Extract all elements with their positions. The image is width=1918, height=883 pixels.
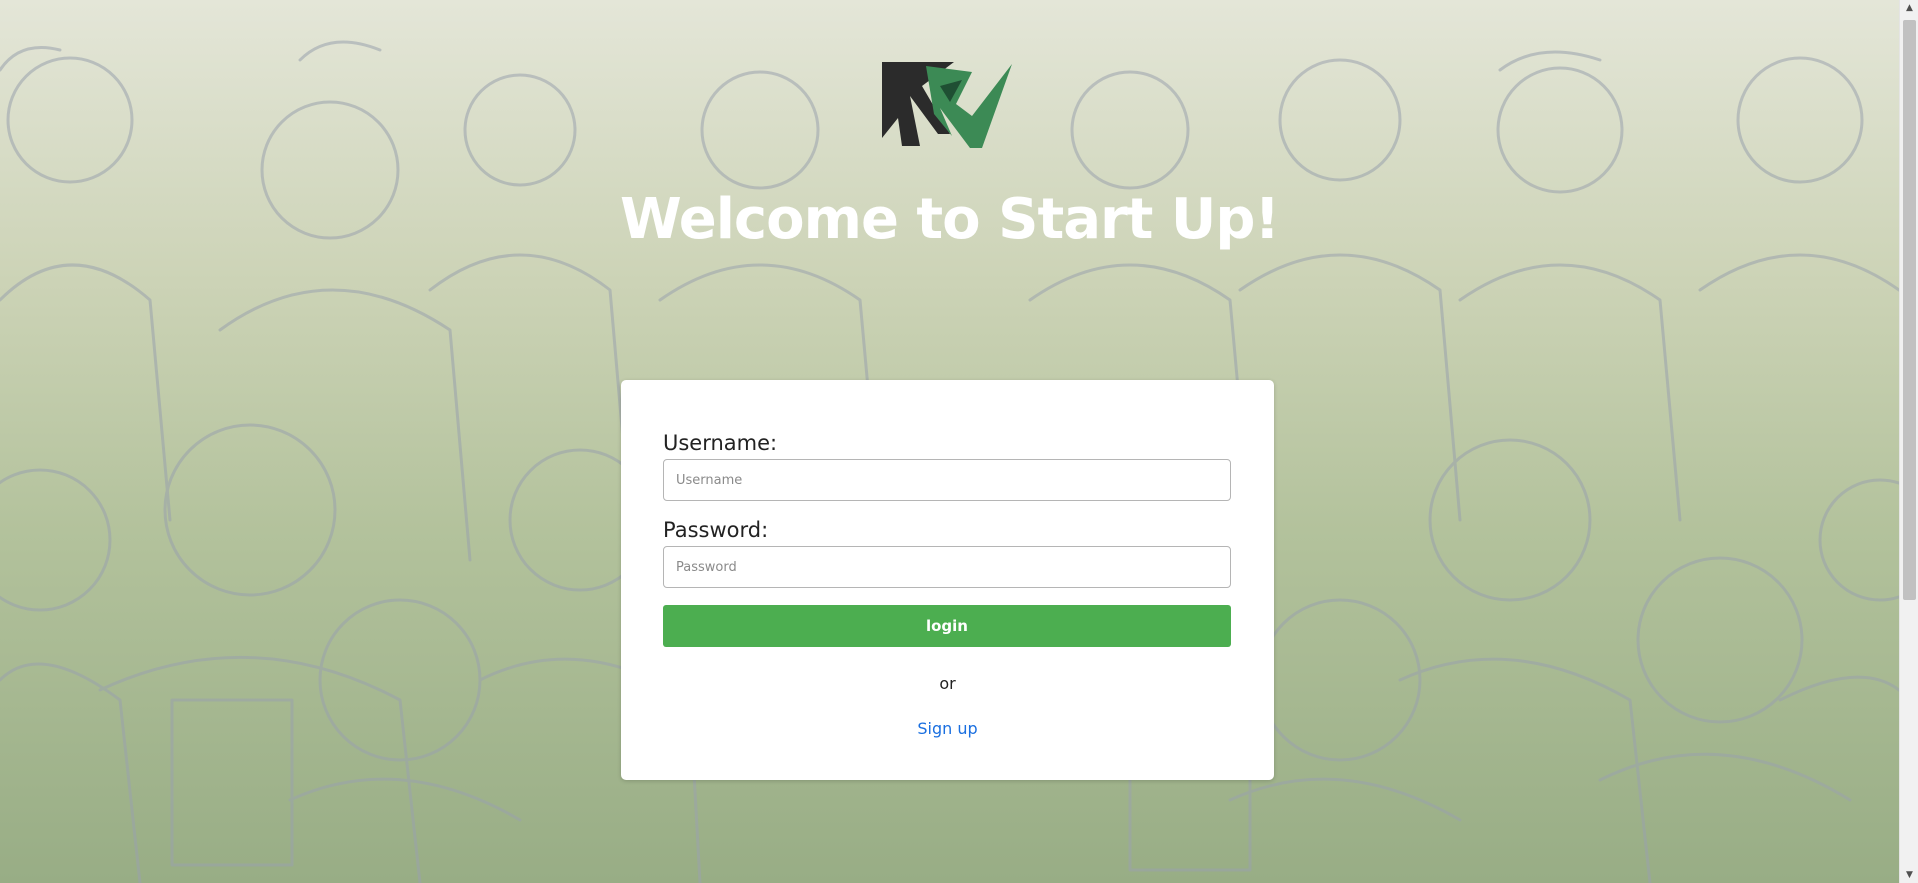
username-label: Username: [663, 431, 778, 455]
vertical-scrollbar[interactable]: ▲ ▼ [1899, 0, 1918, 883]
scroll-down-arrow-icon[interactable]: ▼ [1900, 867, 1918, 883]
scrollbar-thumb[interactable] [1903, 20, 1916, 600]
or-divider-text: or [939, 674, 956, 693]
login-card: Username: Password: login or Sign up [621, 380, 1274, 780]
scroll-up-arrow-icon[interactable]: ▲ [1900, 0, 1918, 16]
signup-link[interactable]: Sign up [621, 719, 1274, 738]
login-button[interactable]: login [663, 605, 1231, 647]
username-input[interactable] [663, 459, 1231, 501]
page-title: Welcome to Start Up! [619, 187, 1280, 252]
password-input[interactable] [663, 546, 1231, 588]
login-page: Welcome to Start Up! Username: Password:… [0, 0, 1918, 883]
startup-logo-icon [882, 62, 1012, 148]
password-label: Password: [663, 518, 769, 542]
